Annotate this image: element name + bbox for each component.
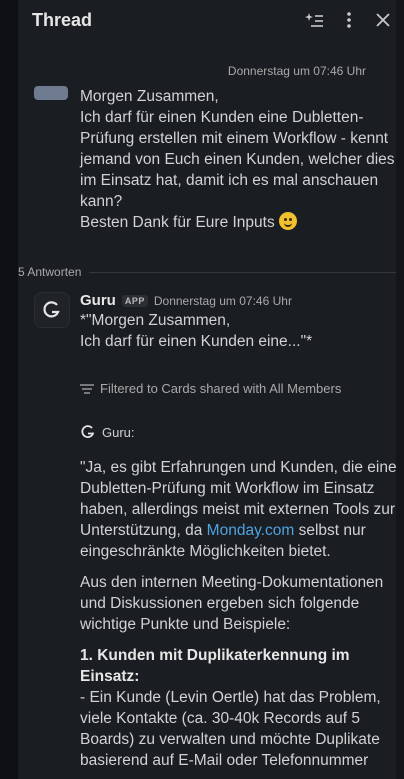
replies-count[interactable]: 5 Antworten bbox=[18, 265, 81, 279]
guru-label: Guru: bbox=[80, 424, 135, 440]
guru-logo-icon bbox=[81, 425, 95, 438]
message-line: jemand von Euch einen Kunden, welcher di… bbox=[80, 151, 395, 168]
answer-paragraph-2: Aus den internen Meeting-Dokumentationen… bbox=[80, 574, 384, 633]
message-line-last: Besten Dank für Eure Inputs bbox=[80, 212, 404, 233]
message-line: kann? bbox=[80, 193, 123, 210]
close-icon[interactable] bbox=[370, 7, 396, 33]
sender-name[interactable]: Guru bbox=[80, 292, 116, 309]
more-vertical-icon[interactable] bbox=[336, 7, 362, 33]
message-line: Ich darf für einen Kunden eine Dubletten… bbox=[80, 109, 364, 126]
thread-panel: Thread Donnerstag um 07:46 Uhr Morgen Zu… bbox=[0, 0, 404, 779]
guru-avatar[interactable] bbox=[34, 292, 70, 328]
left-edge bbox=[0, 0, 18, 779]
guru-label-text: Guru: bbox=[102, 424, 135, 440]
divider-line bbox=[89, 271, 396, 273]
smile-emoji-icon bbox=[279, 212, 298, 230]
answer-list-item-1: 1. Kunden mit Duplikaterkennung im Einsa… bbox=[80, 645, 400, 771]
message-line: Prüfung erstellen mit einem Workflow - k… bbox=[80, 130, 389, 147]
quote-line: Ich darf für einen Kunden eine..."* bbox=[80, 333, 313, 350]
message-line: Morgen Zusammen, bbox=[80, 88, 219, 105]
filter-note: Filtered to Cards shared with All Member… bbox=[80, 381, 341, 396]
answer-text: "Ja, es gibt Erfahrungen und Kunden, die… bbox=[80, 457, 400, 779]
answer-paragraph-1: "Ja, es gibt Erfahrungen und Kunden, die… bbox=[80, 457, 400, 562]
thread-date: Donnerstag um 07:46 Uhr bbox=[227, 64, 366, 78]
filter-text: Filtered to Cards shared with All Member… bbox=[100, 381, 342, 396]
list-item-title: 1. Kunden mit Duplikaterkennung im Einsa… bbox=[80, 647, 350, 685]
reply-header: Guru APP Donnerstag um 07:46 Uhr bbox=[80, 292, 404, 309]
quote-text: *"Morgen Zusammen, Ich darf für einen Ku… bbox=[80, 310, 404, 352]
thread-header: Thread bbox=[18, 0, 396, 40]
message-line: im Einsatz hat, damit ich es mal anschau… bbox=[80, 172, 379, 189]
sparkle-list-icon[interactable] bbox=[302, 7, 328, 33]
message-text: Morgen Zusammen, Ich darf für einen Kund… bbox=[80, 86, 404, 233]
app-badge: APP bbox=[121, 294, 148, 307]
thread-title: Thread bbox=[32, 9, 93, 30]
replies-divider: 5 Antworten bbox=[18, 263, 396, 281]
quote-line: *"Morgen Zusammen, bbox=[80, 312, 231, 329]
reply-timestamp[interactable]: Donnerstag um 07:46 Uhr bbox=[154, 294, 292, 308]
list-item-text: - Ein Kunde (Levin Oertle) hat das Probl… bbox=[80, 689, 381, 769]
filter-icon bbox=[80, 383, 94, 394]
monday-link[interactable]: Monday.com bbox=[207, 522, 295, 539]
message-line: Besten Dank für Eure Inputs bbox=[80, 214, 275, 231]
avatar[interactable] bbox=[34, 86, 68, 100]
